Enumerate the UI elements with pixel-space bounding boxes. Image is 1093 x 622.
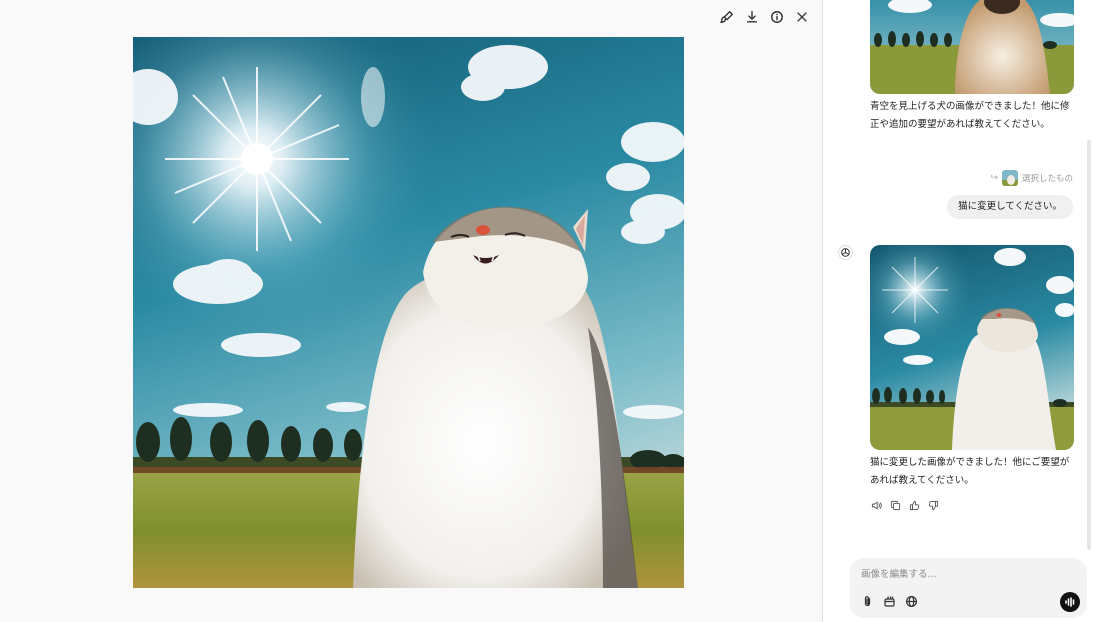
chat-panel: 青空を見上げる犬の画像ができました！他に修正や追加の要望があれば教えてください。…: [823, 0, 1093, 622]
web-search-button[interactable]: [904, 594, 919, 609]
assistant-avatar: [838, 245, 853, 260]
info-icon: [770, 10, 783, 23]
download-button[interactable]: [743, 8, 760, 25]
message-composer: [850, 558, 1087, 618]
reply-arrow-icon: ↪: [990, 173, 998, 183]
copy-button[interactable]: [889, 499, 902, 512]
selected-label: 選択したもの: [1021, 174, 1073, 184]
viewer-toolbar: [718, 8, 810, 25]
assistant-message-1: 青空を見上げる犬の画像ができました！他に修正や追加の要望があれば教えてください。: [870, 101, 1070, 130]
info-button[interactable]: [768, 8, 785, 25]
user-message: 猫に変更してください。: [947, 195, 1073, 219]
download-icon: [746, 10, 757, 23]
selected-reference[interactable]: ↪ 選択したもの: [990, 170, 1073, 186]
generated-cat-image: [133, 37, 684, 588]
good-response-button[interactable]: [908, 499, 921, 512]
composer-tools: [860, 594, 919, 609]
assistant-message-2: 猫に変更した画像ができました！他にご要望があれば教えてください。: [870, 457, 1070, 486]
paperclip-icon: [864, 596, 871, 607]
attach-button[interactable]: [860, 594, 875, 609]
copy-icon: [890, 500, 901, 511]
message-actions: [870, 499, 940, 512]
selected-thumbnail: [1001, 170, 1018, 186]
voice-wave-icon: [1065, 597, 1075, 607]
thumbs-down-icon: [928, 500, 939, 511]
generated-cat-thumbnail[interactable]: [870, 245, 1074, 450]
speaker-icon: [871, 501, 882, 510]
image-gen-icon: [884, 596, 895, 607]
globe-icon: [906, 596, 917, 607]
close-icon: [796, 11, 807, 22]
edit-image-input[interactable]: [861, 566, 1061, 582]
bad-response-button[interactable]: [927, 499, 940, 512]
create-image-button[interactable]: [882, 594, 897, 609]
chat-scrollbar[interactable]: [1087, 140, 1091, 550]
read-aloud-button[interactable]: [870, 499, 883, 512]
app-window: 青空を見上げる犬の画像ができました！他に修正や追加の要望があれば教えてください。…: [0, 0, 1093, 622]
image-viewer: [0, 0, 822, 622]
voice-mode-button[interactable]: [1060, 592, 1080, 612]
openai-logo-icon: [841, 248, 850, 257]
edit-image-button[interactable]: [718, 8, 735, 25]
thumbs-up-icon: [909, 500, 920, 511]
close-button[interactable]: [793, 8, 810, 25]
previous-dog-image[interactable]: [870, 0, 1074, 94]
paint-brush-icon: [719, 10, 733, 23]
